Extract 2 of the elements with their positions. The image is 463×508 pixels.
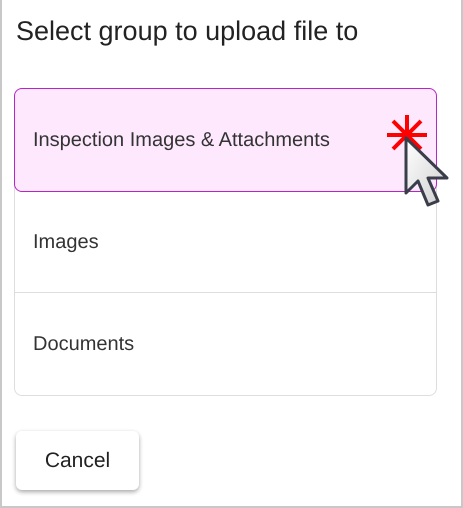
dialog-title: Select group to upload file to xyxy=(16,15,360,48)
cancel-button[interactable]: Cancel xyxy=(16,431,139,490)
